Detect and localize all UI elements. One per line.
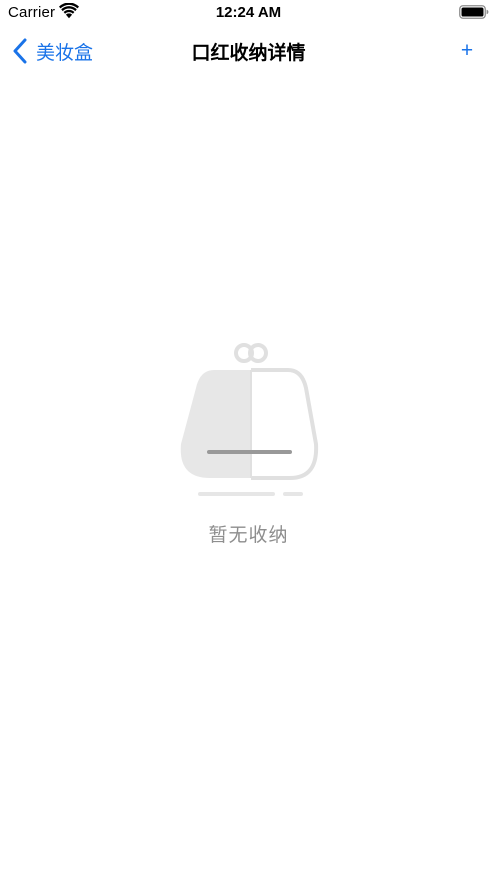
- status-bar: Carrier 12:24 AM: [0, 0, 497, 26]
- page-title: 口红收纳详情: [191, 43, 306, 64]
- empty-purse-icon: [180, 343, 319, 496]
- status-time: 12:24 AM: [215, 4, 282, 21]
- empty-state-message: 暂无收纳: [208, 525, 289, 546]
- navigation-bar: 美妆盒 口红收纳详情 +: [0, 26, 497, 76]
- empty-state: 暂无收纳: [0, 336, 497, 556]
- battery-icon: [459, 5, 489, 19]
- add-button[interactable]: +: [455, 38, 479, 64]
